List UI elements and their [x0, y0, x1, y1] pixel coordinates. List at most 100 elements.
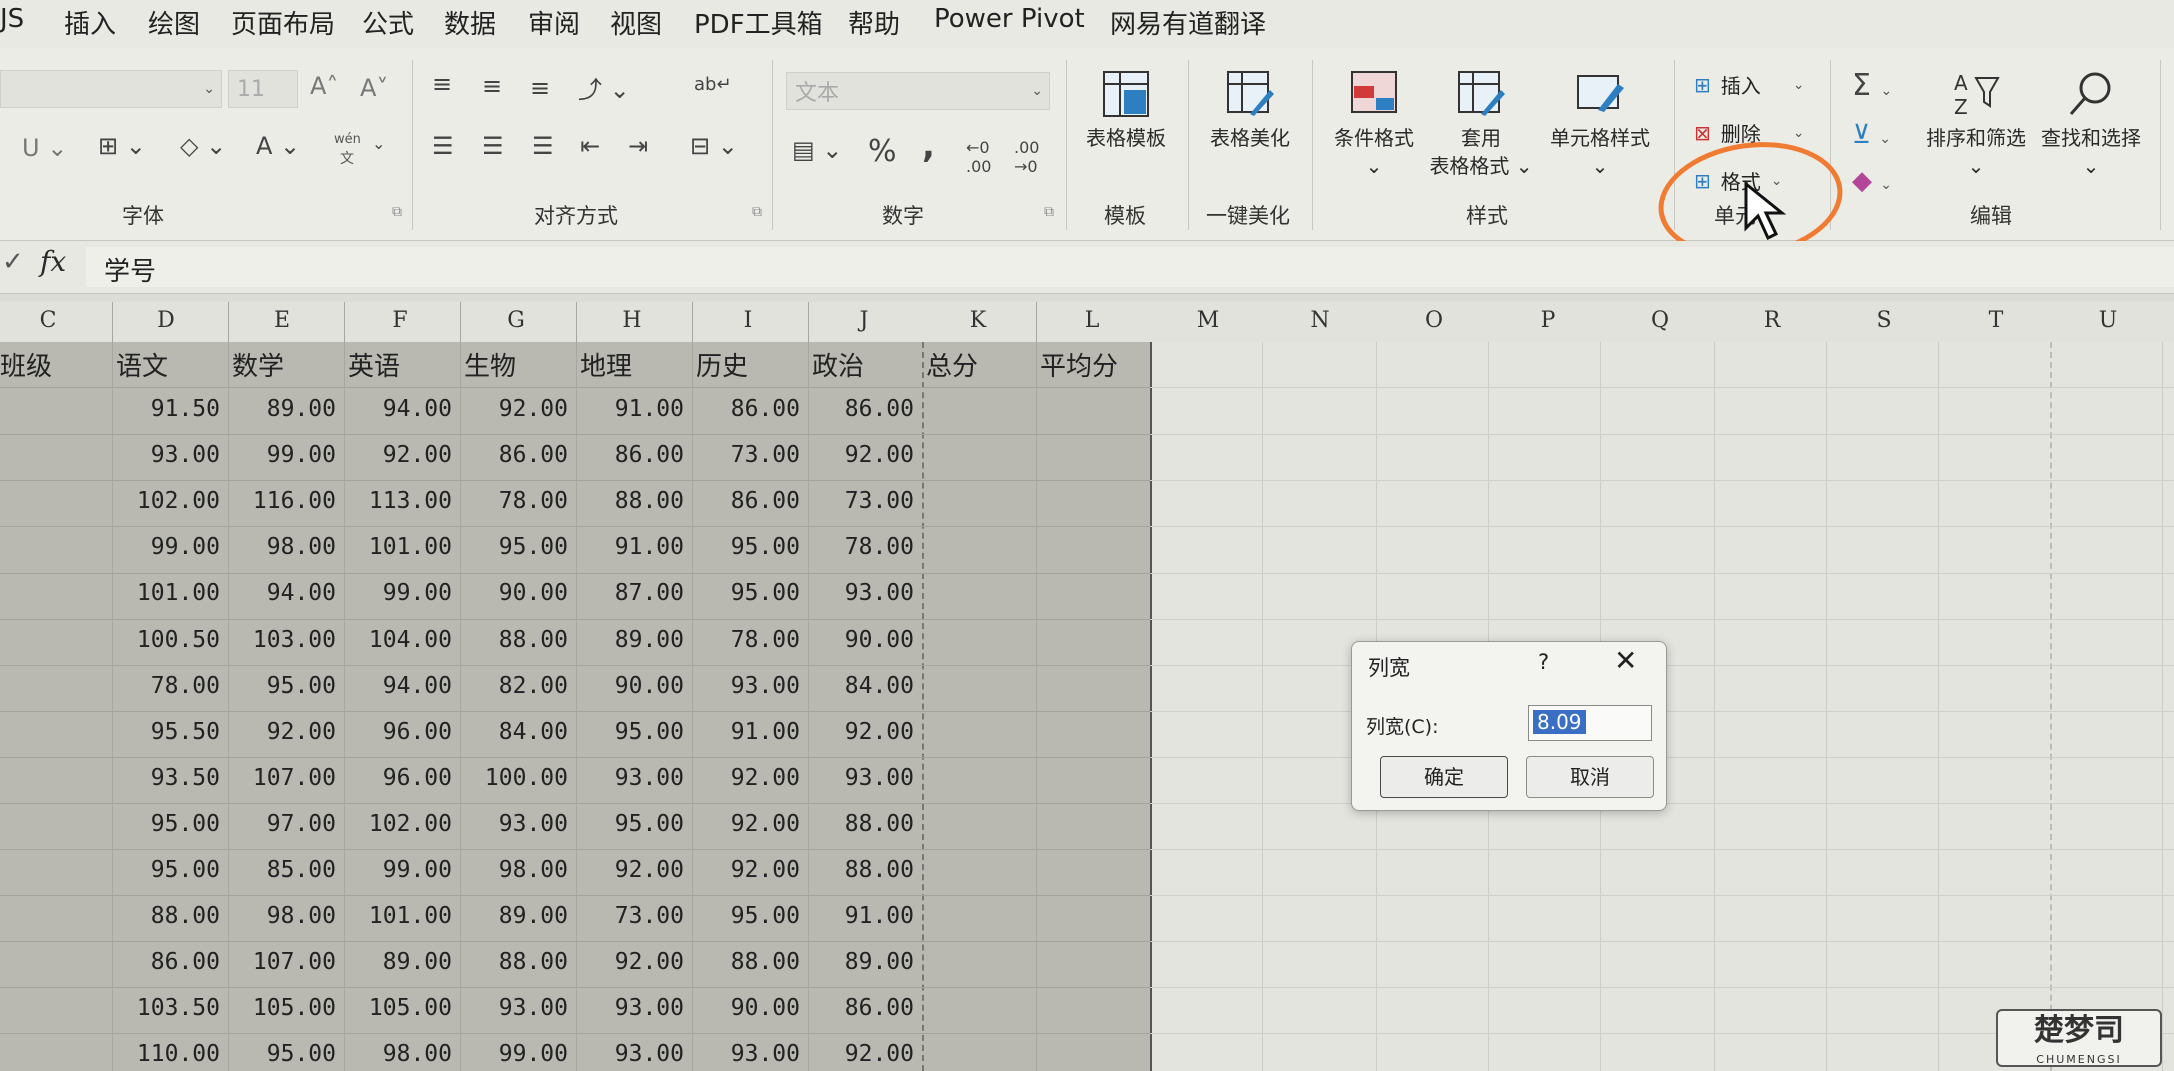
- table-cell[interactable]: 93.50: [108, 765, 220, 791]
- table-cell[interactable]: 88.00: [802, 857, 914, 883]
- table-cell[interactable]: 95.00: [108, 857, 220, 883]
- table-cell[interactable]: 92.00: [456, 396, 568, 422]
- table-cell[interactable]: 98.00: [340, 1041, 452, 1067]
- header-cell-biology[interactable]: 生物: [464, 346, 516, 383]
- table-cell[interactable]: 78.00: [688, 627, 800, 653]
- column-width-input[interactable]: 8.09: [1528, 705, 1652, 741]
- number-format-combo[interactable]: 文本 ⌄: [786, 72, 1050, 110]
- fill-icon[interactable]: ⊻ ⌄: [1852, 120, 1891, 150]
- column-header-r[interactable]: R: [1752, 308, 1792, 333]
- merge-center-icon[interactable]: ⊟ ⌄: [690, 132, 738, 160]
- table-cell[interactable]: 96.00: [340, 765, 452, 791]
- table-cell[interactable]: 101.00: [340, 534, 452, 560]
- header-cell-english[interactable]: 英语: [348, 346, 400, 383]
- column-header-p[interactable]: P: [1528, 308, 1568, 333]
- table-cell[interactable]: 102.00: [108, 488, 220, 514]
- header-cell-class[interactable]: 班级: [0, 346, 52, 383]
- sort-filter-button[interactable]: A Z 排序和筛选 ⌄: [1916, 70, 2036, 180]
- font-size-combo[interactable]: 11: [228, 70, 298, 108]
- menu-item-page-layout[interactable]: 页面布局: [231, 4, 335, 41]
- table-cell[interactable]: 86.00: [108, 949, 220, 975]
- column-header-u[interactable]: U: [2088, 308, 2128, 333]
- percent-style-icon[interactable]: %: [868, 134, 897, 169]
- table-cell[interactable]: 93.00: [572, 1041, 684, 1067]
- format-as-table-button[interactable]: 套用 表格格式 ⌄: [1424, 70, 1538, 180]
- increase-font-icon[interactable]: A˄: [310, 72, 338, 100]
- align-middle-icon[interactable]: ≡: [482, 72, 502, 100]
- table-cell[interactable]: 91.00: [572, 534, 684, 560]
- table-cell[interactable]: 96.00: [340, 719, 452, 745]
- table-cell[interactable]: 95.00: [108, 811, 220, 837]
- column-header-j[interactable]: J: [844, 308, 884, 333]
- fill-color-icon[interactable]: ◇ ⌄: [180, 132, 226, 160]
- column-header-n[interactable]: N: [1300, 308, 1340, 333]
- table-cell[interactable]: 95.00: [688, 534, 800, 560]
- table-cell[interactable]: 99.00: [340, 580, 452, 606]
- align-right-icon[interactable]: ☰: [532, 132, 554, 160]
- table-cell[interactable]: 73.00: [572, 903, 684, 929]
- table-cell[interactable]: 85.00: [224, 857, 336, 883]
- table-cell[interactable]: 105.00: [340, 995, 452, 1021]
- table-cell[interactable]: 95.00: [688, 903, 800, 929]
- table-cell[interactable]: 84.00: [802, 673, 914, 699]
- cancel-button[interactable]: 取消: [1526, 756, 1654, 798]
- table-cell[interactable]: 93.00: [572, 765, 684, 791]
- number-dialog-launcher-icon[interactable]: ⧉: [1044, 204, 1054, 220]
- table-cell[interactable]: 92.00: [688, 857, 800, 883]
- header-cell-average[interactable]: 平均分: [1040, 346, 1118, 383]
- table-cell[interactable]: 88.00: [688, 949, 800, 975]
- table-cell[interactable]: 86.00: [688, 488, 800, 514]
- table-cell[interactable]: 89.00: [340, 949, 452, 975]
- table-cell[interactable]: 103.00: [224, 627, 336, 653]
- table-cell[interactable]: 100.00: [456, 765, 568, 791]
- table-cell[interactable]: 102.00: [340, 811, 452, 837]
- table-cell[interactable]: 95.50: [108, 719, 220, 745]
- table-cell[interactable]: 78.00: [108, 673, 220, 699]
- table-cell[interactable]: 92.00: [340, 442, 452, 468]
- enter-check-icon[interactable]: ✓: [2, 247, 24, 277]
- table-cell[interactable]: 107.00: [224, 765, 336, 791]
- phonetic-chevron-icon[interactable]: ⌄: [372, 134, 385, 153]
- table-cell[interactable]: 91.50: [108, 396, 220, 422]
- font-color-icon[interactable]: A ⌄: [256, 132, 300, 160]
- table-cell[interactable]: 88.00: [108, 903, 220, 929]
- menu-item-review[interactable]: 审阅: [528, 4, 580, 41]
- table-cell[interactable]: 104.00: [340, 627, 452, 653]
- table-cell[interactable]: 92.00: [688, 811, 800, 837]
- align-left-icon[interactable]: ☰: [432, 132, 454, 160]
- menu-item-power-pivot[interactable]: Power Pivot: [934, 4, 1085, 34]
- table-cell[interactable]: 98.00: [224, 903, 336, 929]
- column-header-t[interactable]: T: [1976, 308, 2016, 333]
- header-cell-chinese[interactable]: 语文: [116, 346, 168, 383]
- menu-item-data[interactable]: 数据: [444, 4, 496, 41]
- table-cell[interactable]: 90.00: [456, 580, 568, 606]
- table-cell[interactable]: 99.00: [456, 1041, 568, 1067]
- decrease-decimal-icon[interactable]: .00 →0: [1014, 138, 1039, 176]
- table-cell[interactable]: 92.00: [572, 949, 684, 975]
- table-cell[interactable]: 99.00: [224, 442, 336, 468]
- wrap-text-icon[interactable]: ab↵: [694, 74, 732, 95]
- close-icon[interactable]: ✕: [1614, 644, 1637, 677]
- column-header-f[interactable]: F: [380, 308, 420, 333]
- fx-icon[interactable]: fx: [40, 245, 66, 278]
- insert-cells-button[interactable]: ⊞ 插入 ⌄: [1694, 70, 1805, 99]
- table-cell[interactable]: 92.00: [802, 719, 914, 745]
- table-cell[interactable]: 95.00: [224, 1041, 336, 1067]
- header-cell-math[interactable]: 数学: [232, 346, 284, 383]
- table-cell[interactable]: 95.00: [572, 811, 684, 837]
- table-cell[interactable]: 86.00: [688, 396, 800, 422]
- table-cell[interactable]: 113.00: [340, 488, 452, 514]
- table-cell[interactable]: 95.00: [688, 580, 800, 606]
- table-cell[interactable]: 78.00: [456, 488, 568, 514]
- table-cell[interactable]: 87.00: [572, 580, 684, 606]
- clear-icon[interactable]: ◆ ⌄: [1852, 166, 1892, 196]
- header-cell-total[interactable]: 总分: [926, 346, 978, 383]
- increase-indent-icon[interactable]: ⇥: [628, 132, 648, 160]
- table-cell[interactable]: 92.00: [224, 719, 336, 745]
- column-header-h[interactable]: H: [612, 308, 652, 333]
- align-bottom-icon[interactable]: ≡: [530, 74, 550, 102]
- menu-item-0[interactable]: JS: [0, 4, 24, 34]
- column-header-m[interactable]: M: [1188, 308, 1228, 333]
- accounting-format-icon[interactable]: ▤ ⌄: [792, 136, 842, 164]
- border-icon[interactable]: ⊞ ⌄: [98, 132, 146, 160]
